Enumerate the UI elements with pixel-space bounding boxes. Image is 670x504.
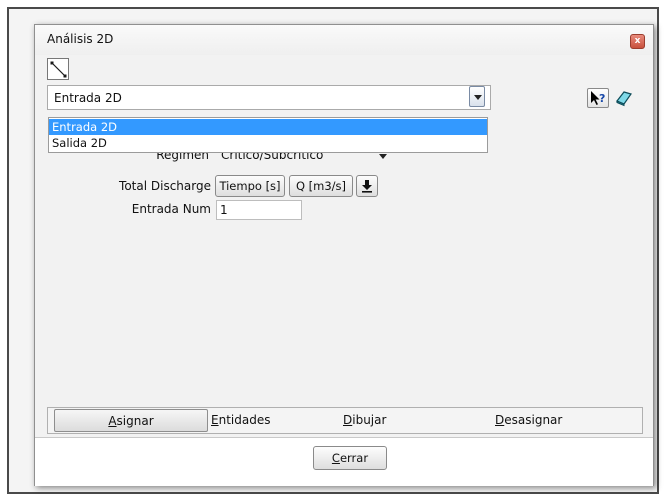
cerrar-button[interactable]: Cerrar — [313, 446, 387, 470]
tab-label: ibujar — [352, 413, 387, 427]
cerrar-label: errar — [339, 451, 369, 465]
desasignar-button[interactable]: Desasignar — [495, 409, 585, 432]
download-icon — [362, 180, 372, 193]
window-title: Análisis 2D — [47, 32, 114, 46]
tiempo-button[interactable]: Tiempo [s] — [215, 175, 285, 197]
download-button[interactable] — [356, 175, 378, 197]
title-bar: Análisis 2D x — [35, 25, 653, 55]
dibujar-button[interactable]: Dibujar — [343, 409, 413, 432]
eraser-icon[interactable] — [615, 89, 633, 107]
combo-value: Entrada 2D — [54, 91, 122, 105]
option-label: Entrada 2D — [52, 120, 118, 134]
total-discharge-label: Total Discharge — [119, 179, 211, 193]
close-icon: x — [634, 36, 641, 46]
tab-label: ntidades — [218, 413, 271, 427]
mnemonic: D — [343, 413, 353, 427]
entrada-num-label: Entrada Num — [131, 202, 211, 216]
analisis-2d-window: Análisis 2D x Entrada 2D ? Regimen Críti… — [34, 24, 654, 486]
dropdown-option-salida-2d[interactable]: Salida 2D — [49, 135, 487, 151]
mnemonic: C — [331, 451, 340, 465]
combo-dropdown-button[interactable] — [469, 86, 485, 107]
entity-type-combo[interactable]: Entrada 2D — [47, 85, 491, 110]
entrada-num-input[interactable]: 1 — [216, 200, 302, 220]
dropdown-option-entrada-2d[interactable]: Entrada 2D — [49, 119, 487, 135]
combo-dropdown-list: Entrada 2D Salida 2D — [48, 117, 488, 153]
help-pointer-icon: ? — [591, 91, 605, 105]
q-m3s-button[interactable]: Q [m3/s] — [289, 175, 353, 197]
close-window-button[interactable]: x — [630, 34, 645, 49]
regimen-chevron-icon[interactable] — [379, 154, 387, 159]
tab-label: esasignar — [504, 413, 563, 427]
chevron-down-icon — [474, 95, 482, 100]
entidades-button[interactable]: Entidades — [211, 409, 301, 432]
mnemonic: D — [495, 413, 505, 427]
svg-text:?: ? — [599, 92, 605, 105]
mnemonic: A — [108, 414, 117, 428]
option-label: Salida 2D — [52, 136, 107, 150]
line-tool-icon — [50, 61, 67, 78]
asignar-button[interactable]: Asignar — [54, 409, 208, 432]
help-button[interactable]: ? — [587, 88, 609, 108]
mnemonic: E — [211, 413, 219, 427]
tab-label: signar — [116, 414, 154, 428]
line-tool-button[interactable] — [47, 58, 69, 80]
